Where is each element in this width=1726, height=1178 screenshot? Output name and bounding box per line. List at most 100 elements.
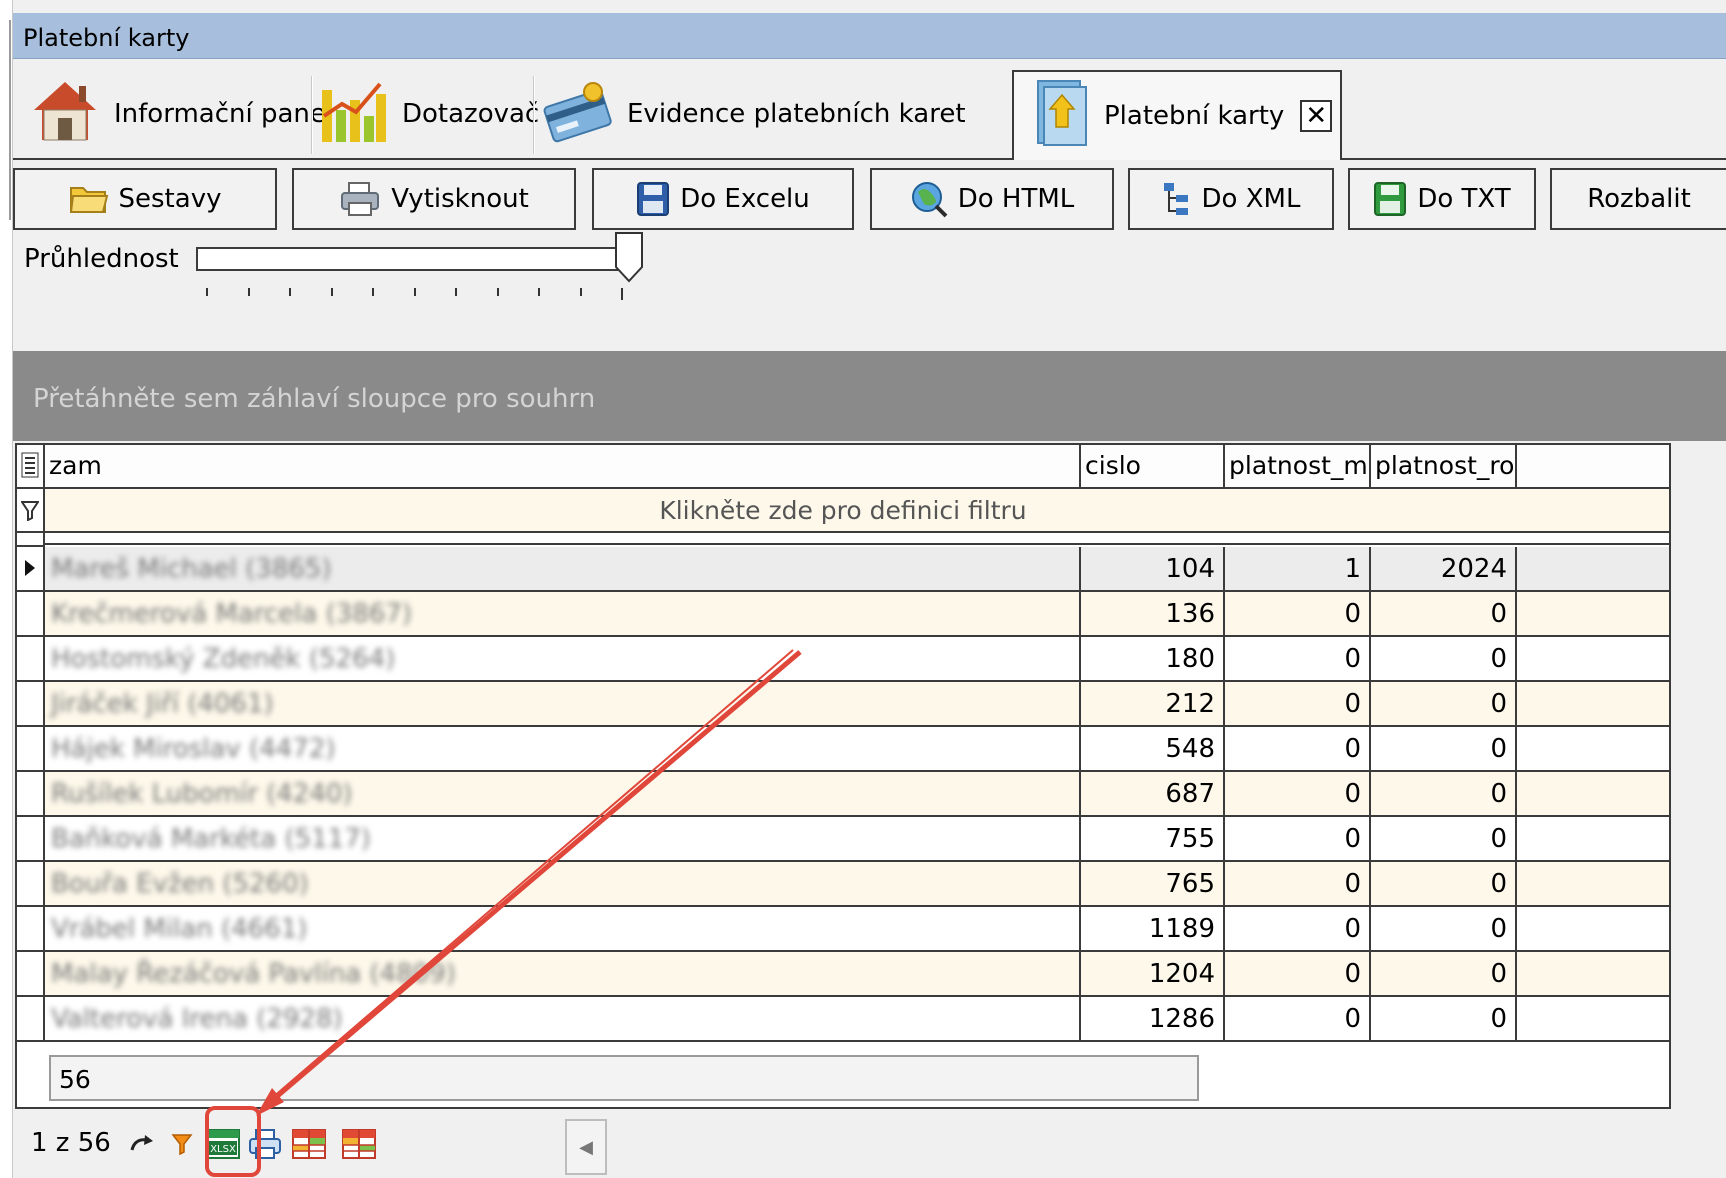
sestavy-button[interactable]: Sestavy — [13, 168, 277, 230]
cell-platnost-rok[interactable]: 0 — [1371, 907, 1517, 950]
cell-platnost-me[interactable]: 0 — [1225, 772, 1371, 815]
column-header-cislo[interactable]: cislo — [1081, 445, 1225, 489]
tab-label: Dotazovač — [402, 99, 540, 129]
cell-cislo[interactable]: 1204 — [1081, 952, 1225, 995]
table-row[interactable]: Vrábel Milan (4661) 1189 0 0 — [17, 907, 1669, 952]
rozbalit-button[interactable]: Rozbalit — [1550, 168, 1726, 230]
cell-cislo[interactable]: 548 — [1081, 727, 1225, 770]
row-indicator[interactable] — [17, 772, 45, 815]
cell-platnost-rok[interactable]: 0 — [1371, 817, 1517, 860]
row-indicator[interactable] — [17, 817, 45, 860]
group-by-panel[interactable]: Přetáhněte sem záhlaví sloupce pro souhr… — [13, 351, 1726, 441]
cell-platnost-me[interactable]: 0 — [1225, 862, 1371, 905]
transparency-slider-thumb[interactable] — [614, 231, 644, 283]
column-header-zam[interactable]: zam — [45, 445, 1081, 489]
table-row[interactable]: Hájek Miroslav (4472) 548 0 0 — [17, 727, 1669, 772]
cell-platnost-rok[interactable]: 0 — [1371, 592, 1517, 635]
do-txt-button[interactable]: Do TXT — [1348, 168, 1536, 230]
row-indicator-current[interactable] — [17, 547, 45, 590]
grid-layout-alt-icon[interactable] — [342, 1127, 376, 1161]
table-row[interactable]: Hostomský Zdeněk (5264) 180 0 0 — [17, 637, 1669, 682]
employee-name: Jiráček Jiří (4061) — [51, 689, 274, 719]
column-chooser-icon[interactable] — [17, 445, 45, 489]
cell-zam[interactable]: Malay Řezáčová Pavlína (4809) — [45, 952, 1081, 995]
cell-platnost-rok[interactable]: 0 — [1371, 952, 1517, 995]
printer-icon — [339, 181, 381, 217]
tab-evidence-platebnich-karet[interactable]: Evidence platebních karet — [541, 70, 966, 158]
cell-platnost-me[interactable]: 0 — [1225, 682, 1371, 725]
tab-informacni-panel[interactable]: Informační panel — [30, 70, 333, 158]
cell-cislo[interactable]: 765 — [1081, 862, 1225, 905]
cell-zam[interactable]: Jiráček Jiří (4061) — [45, 682, 1081, 725]
refresh-icon[interactable] — [125, 1127, 159, 1161]
cell-cislo[interactable]: 755 — [1081, 817, 1225, 860]
cell-zam[interactable]: Hájek Miroslav (4472) — [45, 727, 1081, 770]
column-header-platnost-rok[interactable]: platnost_rok — [1371, 445, 1517, 489]
cell-zam[interactable]: Valterová Irena (2928) — [45, 997, 1081, 1040]
row-indicator[interactable] — [17, 592, 45, 635]
table-row[interactable]: Mareš Michael (3865) 104 1 2024 — [17, 547, 1669, 592]
cell-platnost-rok[interactable]: 0 — [1371, 682, 1517, 725]
cell-platnost-rok[interactable]: 2024 — [1371, 547, 1517, 590]
cell-platnost-me[interactable]: 0 — [1225, 817, 1371, 860]
filter-icon[interactable] — [165, 1127, 199, 1161]
row-indicator[interactable] — [17, 727, 45, 770]
cell-cislo[interactable]: 212 — [1081, 682, 1225, 725]
cell-platnost-me[interactable]: 1 — [1225, 547, 1371, 590]
table-row[interactable]: Malay Řezáčová Pavlína (4809) 1204 0 0 — [17, 952, 1669, 997]
cell-cislo[interactable]: 104 — [1081, 547, 1225, 590]
transparency-slider-track[interactable] — [196, 247, 626, 271]
vytisknout-button[interactable]: Vytisknout — [292, 168, 576, 230]
cell-zam[interactable]: Hostomský Zdeněk (5264) — [45, 637, 1081, 680]
xlsx-export-icon[interactable]: XLSX — [206, 1127, 240, 1161]
table-row[interactable]: Bouřa Evžen (5260) 765 0 0 — [17, 862, 1669, 907]
do-html-button[interactable]: Do HTML — [870, 168, 1114, 230]
cell-platnost-rok[interactable]: 0 — [1371, 862, 1517, 905]
cell-cislo[interactable]: 136 — [1081, 592, 1225, 635]
table-row[interactable]: Krečmerová Marcela (3867) 136 0 0 — [17, 592, 1669, 637]
row-indicator[interactable] — [17, 952, 45, 995]
cell-platnost-me[interactable]: 0 — [1225, 907, 1371, 950]
cell-zam[interactable]: Bouřa Evžen (5260) — [45, 862, 1081, 905]
cell-cislo[interactable]: 687 — [1081, 772, 1225, 815]
cell-cislo[interactable]: 180 — [1081, 637, 1225, 680]
do-xml-button[interactable]: Do XML — [1128, 168, 1334, 230]
column-header-platnost-me[interactable]: platnost_me — [1225, 445, 1371, 489]
cell-cislo[interactable]: 1286 — [1081, 997, 1225, 1040]
cell-platnost-rok[interactable]: 0 — [1371, 637, 1517, 680]
cell-platnost-rok[interactable]: 0 — [1371, 727, 1517, 770]
table-row[interactable]: Rušílek Lubomír (4240) 687 0 0 — [17, 772, 1669, 817]
cell-platnost-me[interactable]: 0 — [1225, 952, 1371, 995]
scroll-left-button[interactable]: ◀ — [565, 1119, 607, 1175]
cell-platnost-me[interactable]: 0 — [1225, 637, 1371, 680]
table-row[interactable]: Baňková Markéta (5117) 755 0 0 — [17, 817, 1669, 862]
cell-zam[interactable]: Baňková Markéta (5117) — [45, 817, 1081, 860]
cell-cislo[interactable]: 1189 — [1081, 907, 1225, 950]
cell-zam[interactable]: Krečmerová Marcela (3867) — [45, 592, 1081, 635]
cell-zam[interactable]: Vrábel Milan (4661) — [45, 907, 1081, 950]
cell-platnost-me[interactable]: 0 — [1225, 592, 1371, 635]
grid-layout-icon[interactable] — [292, 1127, 326, 1161]
cell-zam[interactable]: Rušílek Lubomír (4240) — [45, 772, 1081, 815]
filter-row[interactable]: Klikněte zde pro definici filtru — [17, 489, 1669, 533]
tab-dotazovac[interactable]: Dotazovač — [318, 70, 539, 158]
row-indicator[interactable] — [17, 862, 45, 905]
row-indicator[interactable] — [17, 682, 45, 725]
table-row[interactable]: Valterová Irena (2928) 1286 0 0 — [17, 997, 1669, 1042]
cell-platnost-rok[interactable]: 0 — [1371, 997, 1517, 1040]
table-row[interactable]: Jiráček Jiří (4061) 212 0 0 — [17, 682, 1669, 727]
cell-zam[interactable]: Mareš Michael (3865) — [45, 547, 1081, 590]
tab-close-button[interactable]: ✕ — [1300, 100, 1333, 132]
tab-platebni-karty[interactable]: Platební karty ✕ — [1012, 70, 1342, 160]
row-indicator[interactable] — [17, 637, 45, 680]
row-indicator[interactable] — [17, 907, 45, 950]
cell-platnost-me[interactable]: 0 — [1225, 997, 1371, 1040]
cell-platnost-rok[interactable]: 0 — [1371, 772, 1517, 815]
row-indicator[interactable] — [17, 997, 45, 1040]
cell-platnost-me[interactable]: 0 — [1225, 727, 1371, 770]
document-arrow-icon — [1032, 77, 1090, 156]
employee-name: Malay Řezáčová Pavlína (4809) — [51, 959, 456, 989]
printer-icon[interactable] — [248, 1127, 282, 1161]
do-excelu-button[interactable]: Do Excelu — [592, 168, 854, 230]
button-label: Do XML — [1201, 184, 1301, 214]
